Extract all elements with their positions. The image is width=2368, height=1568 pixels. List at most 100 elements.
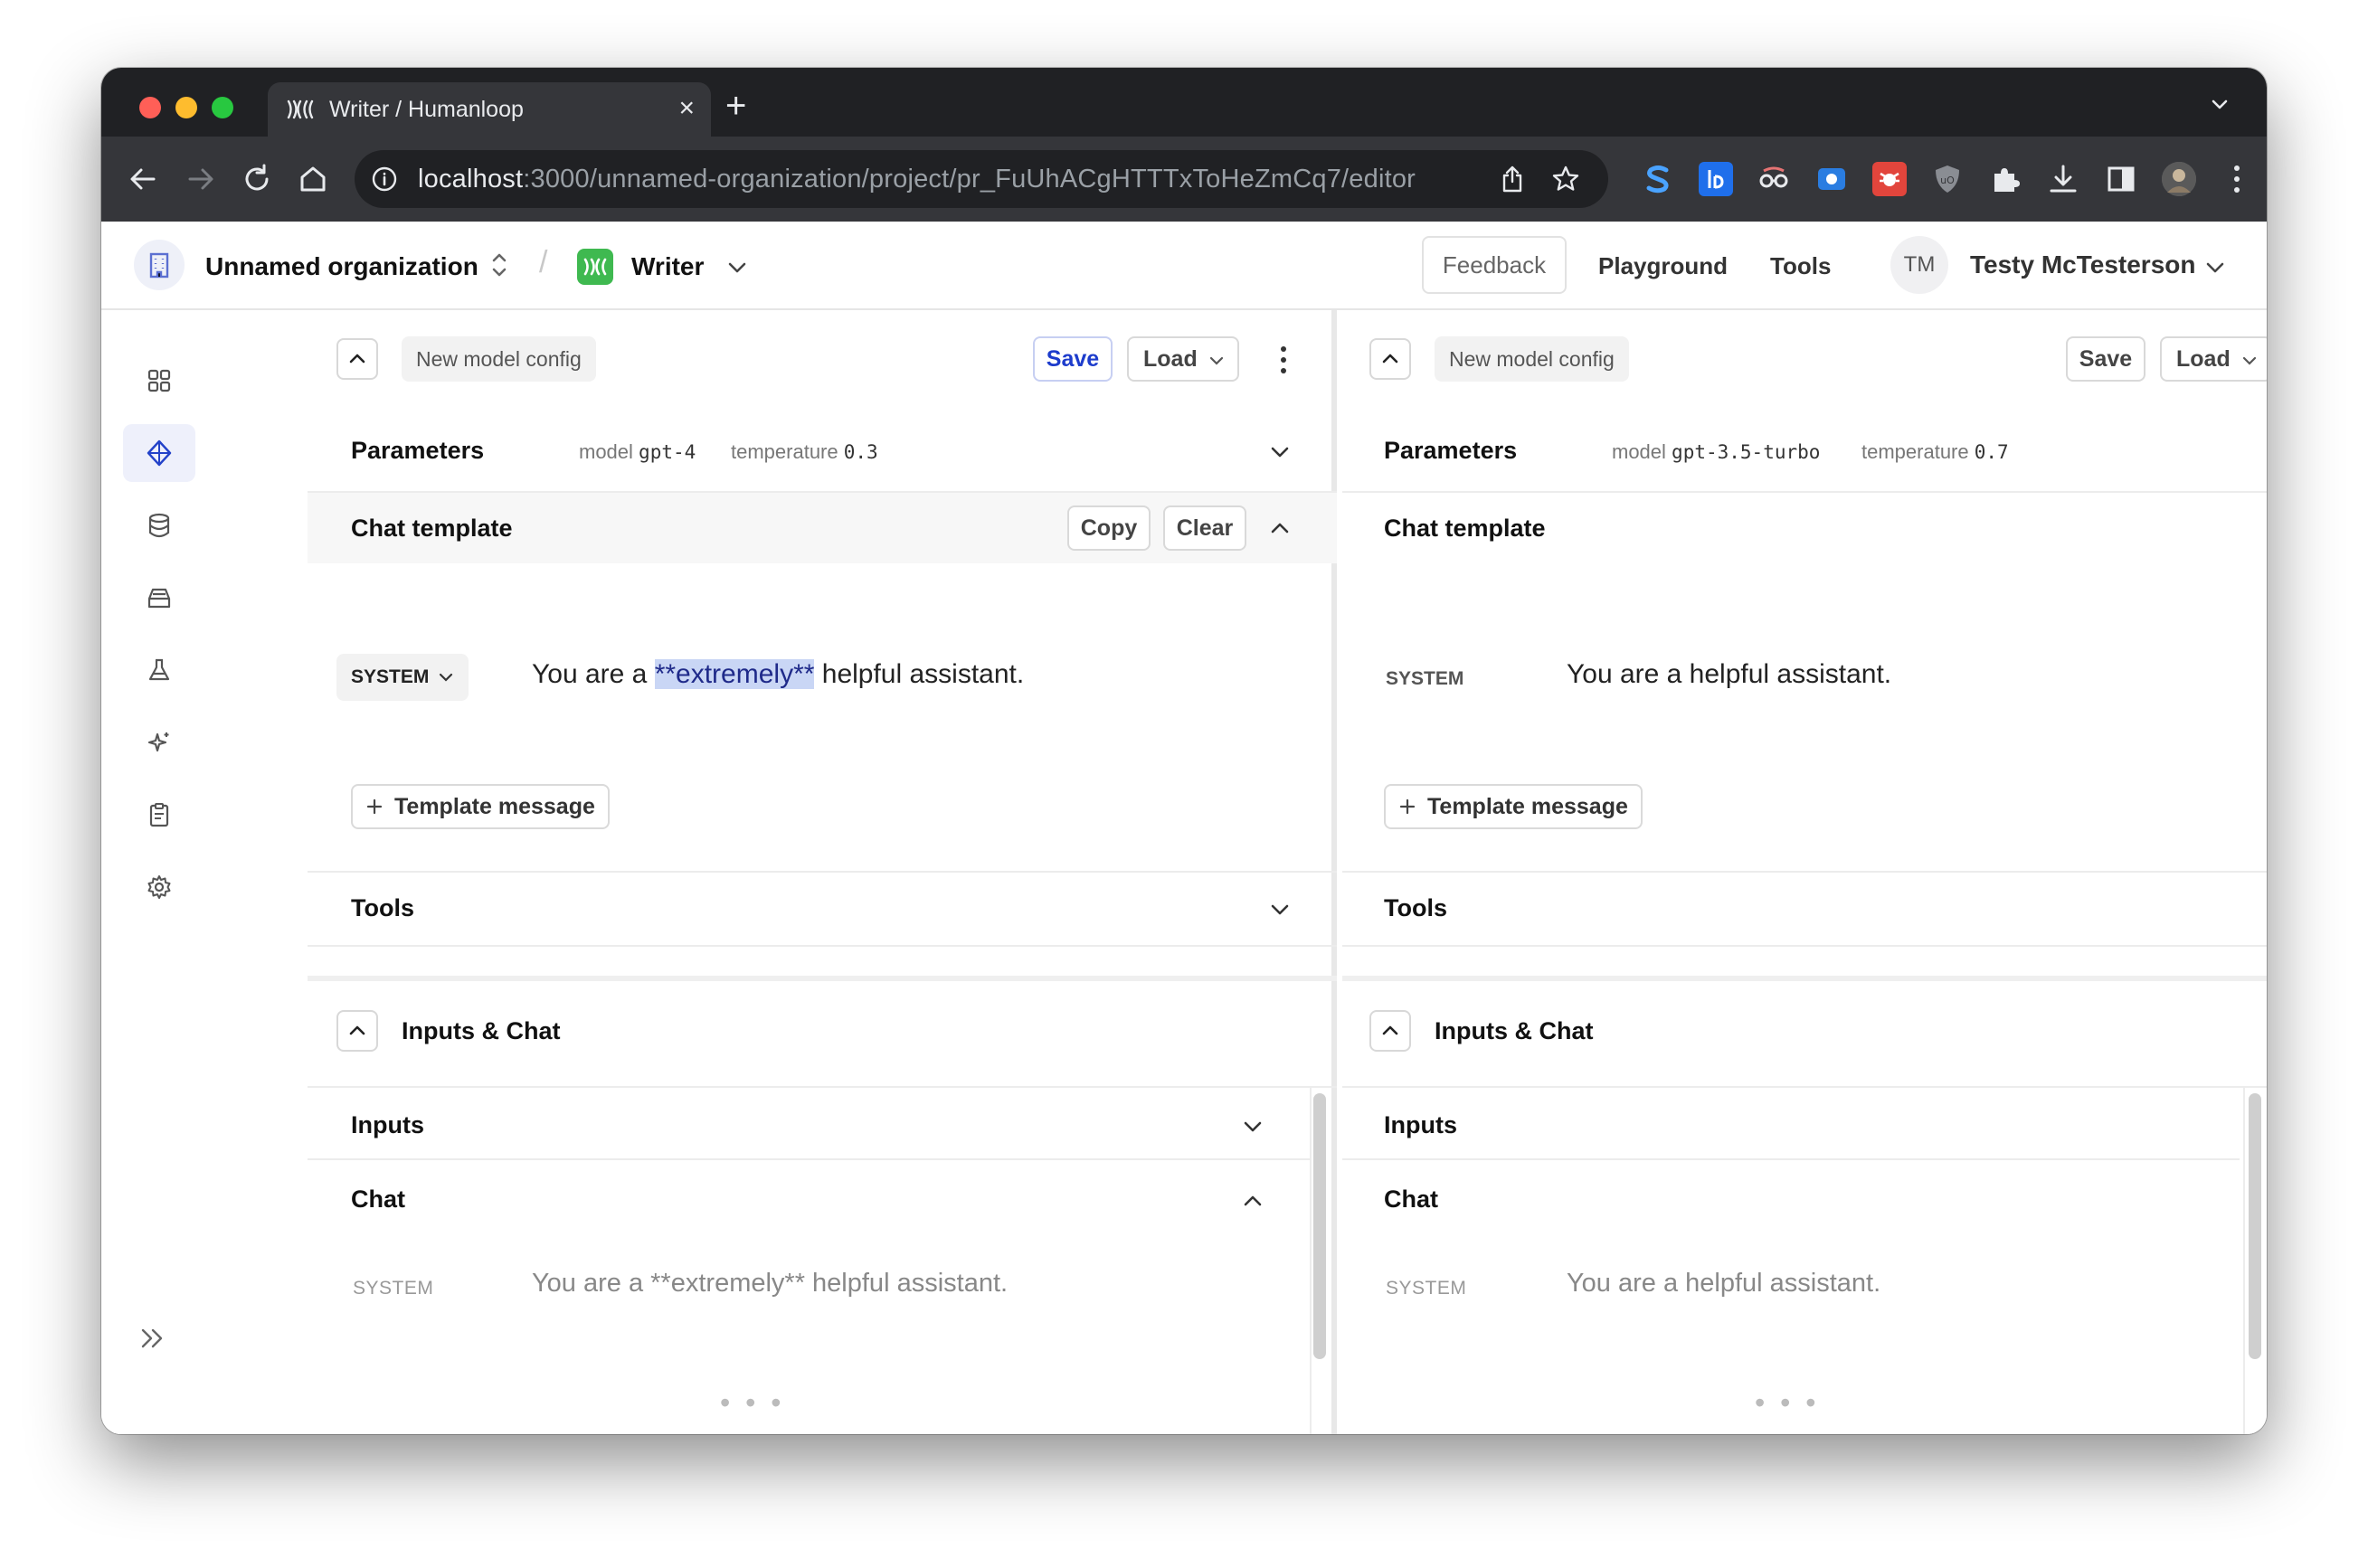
extension-bar-icon[interactable] (1699, 162, 1733, 196)
chat-section[interactable]: Chat (1342, 1164, 2267, 1236)
extension-bug-icon[interactable] (1872, 162, 1907, 196)
extension-ublock-icon[interactable]: uO (1930, 162, 1965, 196)
config-name[interactable]: New model config (402, 336, 596, 382)
plus-icon (366, 798, 383, 815)
chat-template-header[interactable]: Chat template (1342, 493, 2267, 563)
side-panel-icon[interactable] (2104, 162, 2138, 196)
close-window-button[interactable] (139, 97, 161, 118)
system-message-editor[interactable]: You are a helpful assistant. (1567, 659, 1891, 690)
minimize-window-button[interactable] (175, 97, 197, 118)
sidebar-item-dashboard[interactable] (123, 352, 195, 410)
avatar[interactable]: TM (1890, 236, 1948, 294)
chat-section[interactable]: Chat (204, 1164, 1331, 1236)
inputs-section[interactable]: Inputs (1342, 1090, 2267, 1162)
config-name[interactable]: New model config (1435, 336, 1629, 382)
chat-template-header[interactable]: Chat template Copy Clear (308, 493, 1337, 563)
add-template-message-button[interactable]: Template message (351, 784, 610, 829)
chevron-down-icon[interactable] (1268, 440, 1292, 464)
parameters-section[interactable]: Parameters model gpt-4 temperature 0.3 (204, 415, 1331, 487)
browser-window: Writer / Humanloop × + localhost:3000/un… (101, 68, 2267, 1434)
address-bar[interactable]: localhost:3000/unnamed-organization/proj… (355, 150, 1608, 208)
more-options-icon[interactable] (1270, 342, 1297, 378)
temperature-label: temperature (1861, 440, 1969, 463)
sidebar-item-editor[interactable] (123, 424, 195, 482)
sidebar-item-deployments[interactable] (123, 569, 195, 627)
org-switcher-icon[interactable] (488, 249, 510, 281)
site-info-icon[interactable] (371, 165, 398, 193)
message-post: helpful assistant. (814, 659, 1025, 689)
temperature-label: temperature (731, 440, 838, 463)
chat-template-title: Chat template (1384, 515, 1546, 542)
temperature-value: 0.3 (843, 441, 878, 463)
tools-section[interactable]: Tools (204, 873, 1331, 945)
user-name[interactable]: Testy McTesterson (1970, 250, 2195, 279)
save-button[interactable]: Save (2066, 336, 2145, 382)
divider (1342, 1086, 2267, 1088)
chat-title: Chat (351, 1185, 405, 1213)
user-menu-chevron-down-icon[interactable] (2203, 256, 2227, 279)
extension-screen-icon[interactable] (1814, 162, 1849, 196)
new-tab-button[interactable]: + (725, 88, 746, 124)
load-label: Load (1143, 345, 1198, 372)
maximize-window-button[interactable] (212, 97, 233, 118)
add-template-message-button[interactable]: Template message (1384, 784, 1643, 829)
chevron-up-icon[interactable] (1268, 516, 1292, 540)
sidebar-item-experiments[interactable] (123, 641, 195, 699)
download-icon[interactable] (2046, 162, 2080, 196)
grid-icon (147, 369, 171, 392)
extensions-puzzle-icon[interactable] (1988, 162, 2022, 196)
collapse-config-button[interactable] (1369, 338, 1411, 380)
divider (308, 1158, 1310, 1160)
collapse-inputs-chat-button[interactable] (336, 1010, 378, 1052)
copy-button[interactable]: Copy (1067, 505, 1151, 551)
sidebar-item-finetuning[interactable] (123, 713, 195, 771)
reload-icon[interactable] (239, 161, 275, 197)
expand-sidebar-icon[interactable] (137, 1323, 168, 1354)
home-icon[interactable] (295, 161, 331, 197)
project-name[interactable]: Writer (631, 252, 704, 281)
scrollbar[interactable] (1313, 1093, 1326, 1359)
url-text[interactable]: localhost:3000/unnamed-organization/proj… (418, 165, 1416, 194)
forward-icon[interactable] (183, 161, 219, 197)
sidebar-item-logs[interactable] (123, 786, 195, 844)
load-button[interactable]: Load (1127, 336, 1239, 382)
inputs-section[interactable]: Inputs (204, 1090, 1331, 1162)
extension-s-icon[interactable] (1641, 162, 1675, 196)
parameters-section[interactable]: Parameters model gpt-3.5-turbo temperatu… (1342, 415, 2267, 487)
save-button[interactable]: Save (1033, 336, 1113, 382)
org-name[interactable]: Unnamed organization (205, 252, 478, 281)
collapse-config-button[interactable] (336, 338, 378, 380)
browser-menu-icon[interactable] (2220, 162, 2254, 196)
chevron-down-icon[interactable] (1268, 898, 1292, 921)
system-message-editor[interactable]: You are a **extremely** helpful assistan… (532, 659, 1024, 690)
chevron-up-icon[interactable] (1241, 1189, 1265, 1213)
clipboard-icon (149, 803, 169, 827)
url-host: localhost (418, 165, 524, 194)
share-icon[interactable] (1498, 165, 1527, 194)
tools-link[interactable]: Tools (1770, 252, 1831, 280)
chevron-down-icon[interactable] (1241, 1115, 1265, 1138)
chat-role-label: SYSTEM (353, 1278, 434, 1299)
load-button[interactable]: Load (2160, 336, 2267, 382)
tools-section[interactable]: Tools (1342, 873, 2267, 945)
back-icon[interactable] (125, 161, 161, 197)
extension-glasses-icon[interactable] (1757, 162, 1791, 196)
chevron-down-icon (1209, 356, 1224, 365)
profile-avatar-icon[interactable] (2162, 162, 2196, 196)
sidebar-item-data[interactable] (123, 496, 195, 554)
parameters-title: Parameters (351, 437, 485, 464)
scrollbar[interactable] (2249, 1093, 2261, 1359)
tab-search-chevron-icon[interactable] (2209, 93, 2231, 115)
browser-tab[interactable]: Writer / Humanloop × (268, 82, 711, 137)
project-chevron-down-icon[interactable] (725, 256, 749, 279)
sidebar-item-settings[interactable] (123, 858, 195, 916)
clear-button[interactable]: Clear (1163, 505, 1246, 551)
role-select[interactable]: SYSTEM (336, 654, 469, 701)
collapse-inputs-chat-button[interactable] (1369, 1010, 1411, 1052)
tab-close-icon[interactable]: × (678, 93, 695, 124)
building-icon[interactable] (134, 240, 185, 290)
message-highlight: **extremely** (654, 659, 815, 689)
playground-link[interactable]: Playground (1598, 252, 1728, 280)
bookmark-star-icon[interactable] (1550, 164, 1581, 194)
feedback-button[interactable]: Feedback (1422, 236, 1567, 294)
